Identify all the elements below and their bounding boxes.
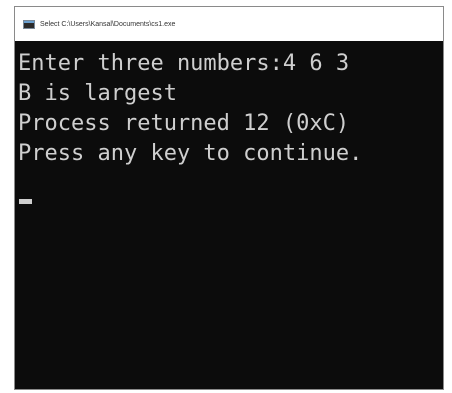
console-window: Select C:\Users\Kansal\Documents\cs1.exe…: [14, 6, 444, 390]
console-line: Enter three numbers:4 6 3: [18, 51, 350, 76]
console-output[interactable]: Enter three numbers:4 6 3 B is largest P…: [15, 41, 443, 389]
console-app-icon: [23, 19, 35, 29]
text-cursor: [19, 199, 32, 204]
console-line: Press any key to continue.: [18, 141, 363, 166]
window-title: Select C:\Users\Kansal\Documents\cs1.exe: [40, 20, 176, 28]
console-line: Process returned 12 (0xC): [18, 111, 350, 136]
console-line: B is largest: [18, 81, 177, 106]
title-bar[interactable]: Select C:\Users\Kansal\Documents\cs1.exe: [15, 7, 443, 41]
